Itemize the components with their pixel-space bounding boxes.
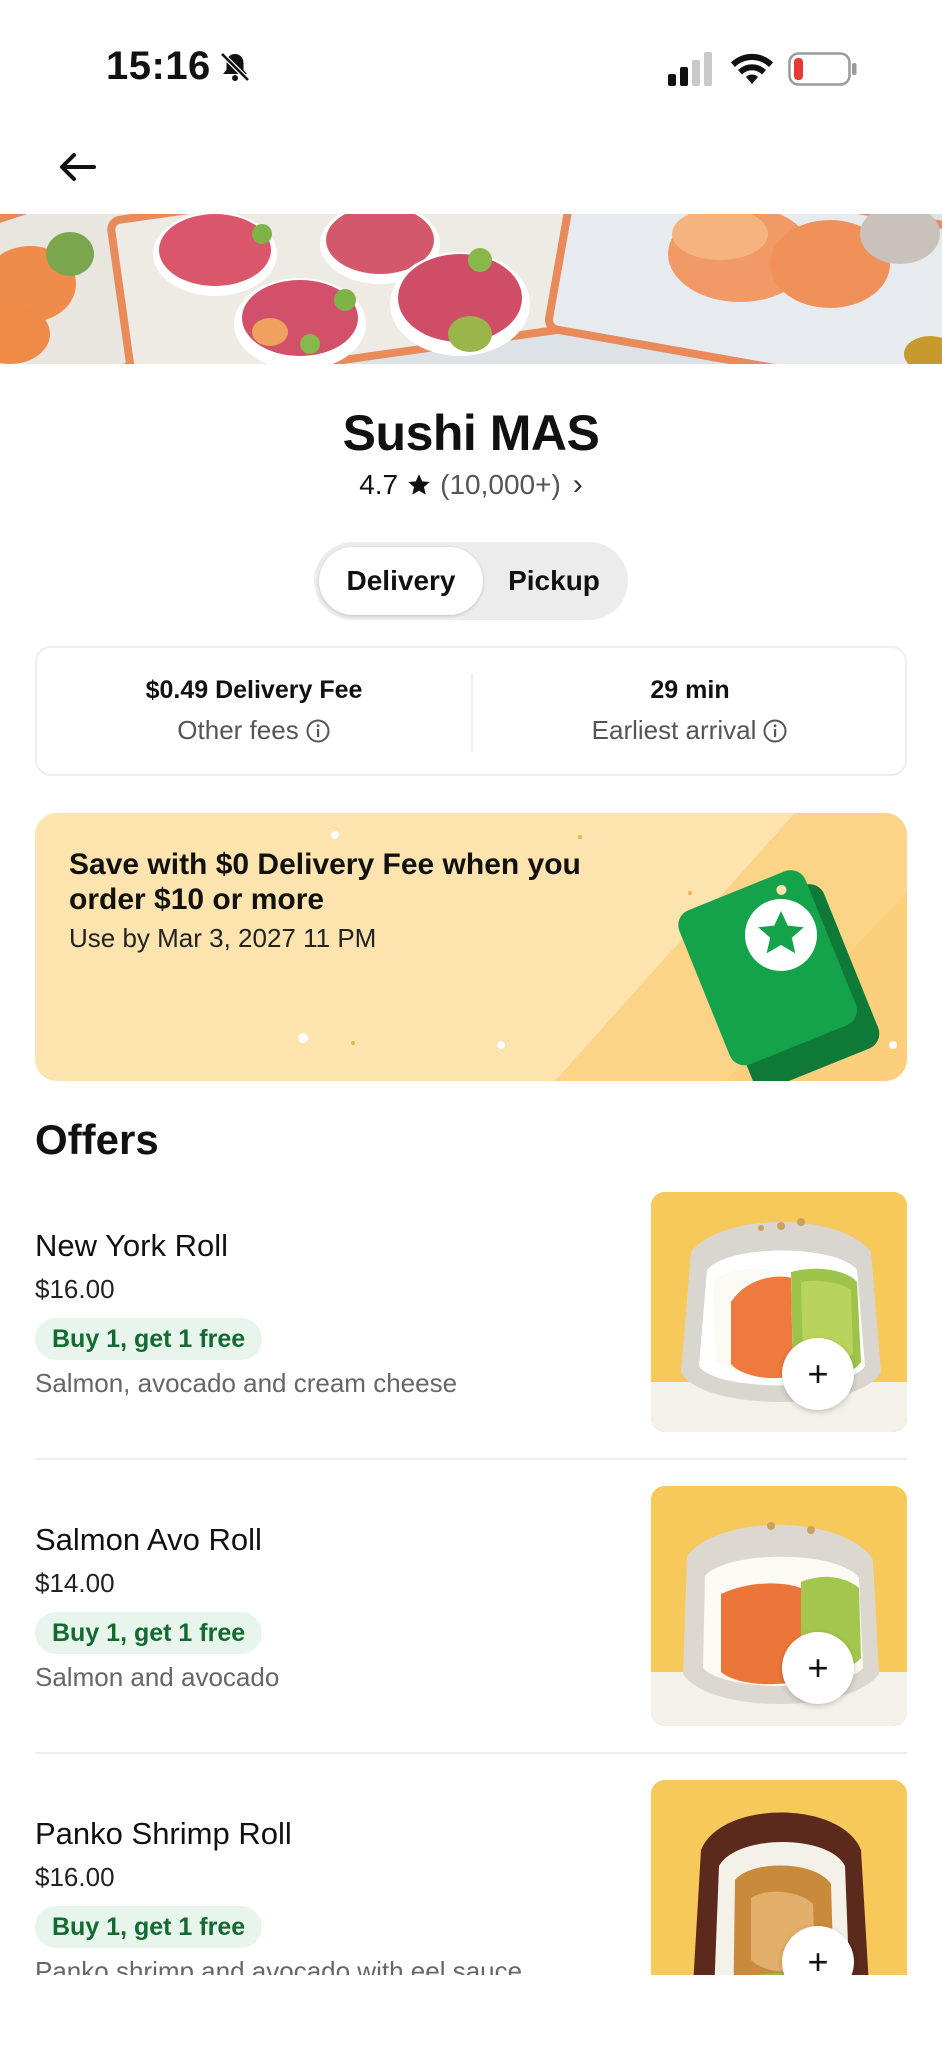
delivery-pickup-toggle: Delivery Pickup xyxy=(314,542,628,620)
promo-expiry: Use by Mar 3, 2027 11 PM xyxy=(69,923,377,953)
chevron-right-icon: › xyxy=(572,468,583,501)
offer-badge: Buy 1, get 1 free xyxy=(35,1906,263,1948)
item-image xyxy=(651,1192,907,1432)
rating-value: 4.7 xyxy=(359,469,399,500)
item-divider xyxy=(35,1752,907,1754)
item-name: Salmon Avo Roll xyxy=(35,1522,262,1557)
delivery-info-card: $0.49 Delivery Fee Other fees 29 min Ear… xyxy=(35,646,907,776)
item-image xyxy=(651,1486,907,1726)
star-icon xyxy=(408,474,430,495)
wifi-icon xyxy=(731,53,773,84)
status-time: 15:16 xyxy=(106,44,211,88)
delivery-fee: $0.49 Delivery Fee xyxy=(145,676,363,704)
hero-image xyxy=(0,214,942,364)
rating-count: (10,000+) xyxy=(440,469,561,500)
bell-slash-icon xyxy=(220,52,250,82)
status-bar: 15:16 xyxy=(0,0,942,140)
add-to-cart-button[interactable]: + xyxy=(782,1338,854,1410)
eta-info[interactable]: 29 min Earliest arrival xyxy=(473,676,907,746)
restaurant-name: Sushi MAS xyxy=(342,405,600,461)
offers-heading: Offers xyxy=(35,1116,159,1163)
info-icon[interactable] xyxy=(305,718,331,744)
earliest-arrival-label: Earliest arrival xyxy=(591,715,757,745)
cellular-signal-icon xyxy=(668,52,712,86)
item-divider xyxy=(35,1458,907,1460)
add-to-cart-button[interactable]: + xyxy=(782,1632,854,1704)
tab-delivery[interactable]: Delivery xyxy=(319,547,483,615)
item-description: Salmon, avocado and cream cheese xyxy=(35,1368,458,1398)
battery-low-icon xyxy=(788,52,857,86)
promo-title: Save with $0 Delivery Fee when you order… xyxy=(69,848,581,916)
arrow-left-icon xyxy=(60,153,96,181)
menu-item-salmon-avo-roll[interactable]: Salmon Avo Roll $14.00 Buy 1, get 1 free… xyxy=(35,1486,907,1726)
item-price: $14.00 xyxy=(35,1568,115,1598)
offer-badge: Buy 1, get 1 free xyxy=(35,1318,263,1360)
item-price: $16.00 xyxy=(35,1862,115,1892)
item-name: Panko Shrimp Roll xyxy=(35,1816,292,1851)
offer-badge: Buy 1, get 1 free xyxy=(35,1612,263,1654)
item-description: Salmon and avocado xyxy=(35,1662,280,1692)
bottom-safe-area xyxy=(0,1975,942,2048)
eta-value: 29 min xyxy=(650,676,730,704)
other-fees-label: Other fees xyxy=(177,715,299,745)
rating-row[interactable]: 4.7 (10,000+) › xyxy=(0,468,942,502)
back-button[interactable] xyxy=(52,142,102,192)
fees-info[interactable]: $0.49 Delivery Fee Other fees xyxy=(37,676,471,746)
tab-pickup[interactable]: Pickup xyxy=(486,547,622,615)
info-icon[interactable] xyxy=(762,718,788,744)
menu-item-new-york-roll[interactable]: New York Roll $16.00 Buy 1, get 1 free S… xyxy=(35,1192,907,1432)
promo-banner[interactable]: Save with $0 Delivery Fee when you order… xyxy=(35,813,907,1081)
item-name: New York Roll xyxy=(35,1228,228,1263)
item-price: $16.00 xyxy=(35,1274,115,1304)
